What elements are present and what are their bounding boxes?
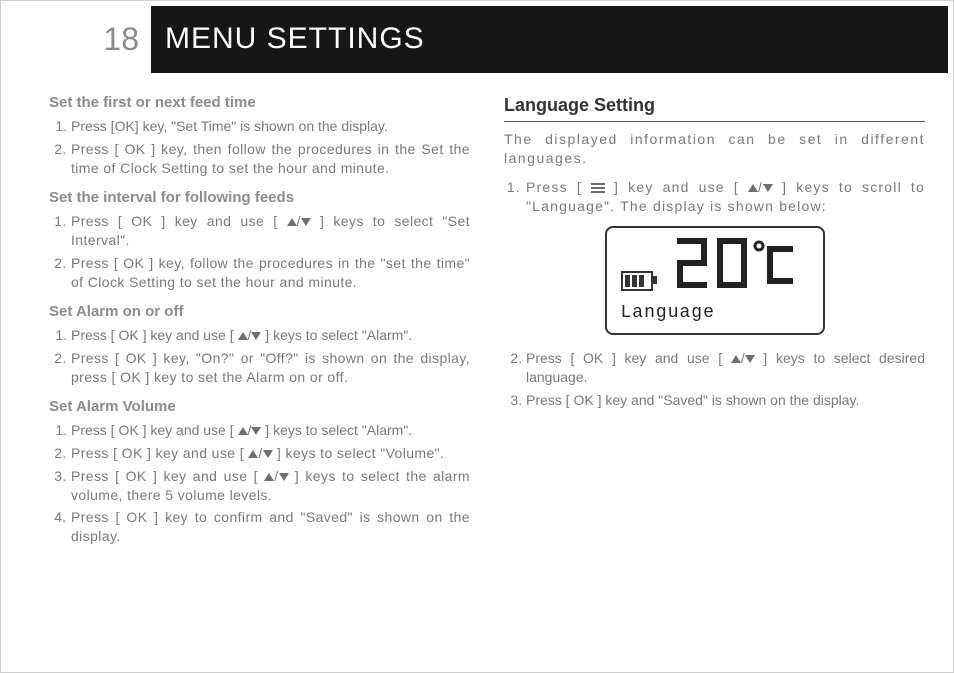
page-title: MENU SETTINGS — [151, 19, 425, 60]
step-text: ] key and use [ — [605, 179, 748, 195]
left-column: Set the first or next feed time Press [O… — [49, 93, 470, 652]
lcd-label: Language — [621, 301, 809, 325]
step: Press [ OK ] key and use [ / ] keys to s… — [71, 467, 470, 505]
step: Press [ OK ] key and "Saved" is shown on… — [526, 391, 925, 410]
step-list: Press [ OK ] key and use [ / ] keys to s… — [49, 212, 470, 292]
step-list: Press [ OK ] key and use [ / ] keys to s… — [49, 326, 470, 387]
up-down-icon: / — [731, 350, 755, 366]
step-list: Press [ ] key and use [ / ] keys to scro… — [504, 178, 925, 216]
section-title: Language Setting — [504, 93, 925, 122]
step: Press [ OK ] key, then follow the proced… — [71, 140, 470, 178]
step-text: Press [ OK ] key and use [ — [71, 468, 264, 484]
step: Press [OK] key, "Set Time" is shown on t… — [71, 117, 470, 136]
intro-text: The displayed information can be set in … — [504, 130, 925, 168]
content-columns: Set the first or next feed time Press [O… — [49, 93, 925, 652]
step-text: ] keys to select "Volume". — [273, 445, 445, 461]
step-list: Press [ OK ] key and use [ / ] keys to s… — [504, 349, 925, 410]
up-down-icon: / — [248, 445, 272, 461]
step-text: ] keys to select "Alarm". — [261, 327, 412, 343]
step: Press [ ] key and use [ / ] keys to scro… — [526, 178, 925, 216]
menu-icon — [591, 183, 605, 193]
step: Press [ OK ] key and use [ / ] keys to s… — [71, 212, 470, 250]
page-number: 18 — [1, 6, 151, 73]
up-down-icon: / — [748, 179, 773, 195]
step-text: Press [ — [526, 179, 591, 195]
step-list: Press [ OK ] key and use [ / ] keys to s… — [49, 421, 470, 546]
right-column: Language Setting The displayed informati… — [504, 93, 925, 652]
step-text: Press [ OK ] key and use [ — [526, 350, 731, 366]
step: Press [ OK ] key to confirm and "Saved" … — [71, 508, 470, 546]
up-down-icon: / — [238, 327, 262, 343]
section-heading: Set the interval for following feeds — [49, 188, 470, 208]
step-text: Press [ OK ] key and use [ — [71, 422, 238, 438]
section-heading: Set the first or next feed time — [49, 93, 470, 113]
lcd-display: Language — [605, 226, 825, 335]
manual-page: 18 MENU SETTINGS Set the first or next f… — [0, 0, 954, 673]
step: Press [ OK ] key and use [ / ] keys to s… — [71, 421, 470, 440]
battery-icon — [621, 271, 653, 291]
step: Press [ OK ] key and use [ / ] keys to s… — [71, 326, 470, 345]
step: Press [ OK ] key and use [ / ] keys to s… — [526, 349, 925, 387]
up-down-icon: / — [287, 213, 311, 229]
up-down-icon: / — [238, 422, 262, 438]
up-down-icon: / — [264, 468, 288, 484]
section-heading: Set Alarm Volume — [49, 397, 470, 417]
step: Press [ OK ] key, "On?" or "Off?" is sho… — [71, 349, 470, 387]
step: Press [ OK ] key, follow the procedures … — [71, 254, 470, 292]
section-heading: Set Alarm on or off — [49, 302, 470, 322]
step-text: ] keys to select "Alarm". — [261, 422, 412, 438]
step-text: Press [ OK ] key and use [ — [71, 445, 248, 461]
header-bar: MENU SETTINGS — [151, 6, 948, 73]
lcd-temperature — [663, 238, 809, 297]
step-text: Press [ OK ] key and use [ — [71, 213, 287, 229]
step: Press [ OK ] key and use [ / ] keys to s… — [71, 444, 470, 463]
step-list: Press [OK] key, "Set Time" is shown on t… — [49, 117, 470, 178]
step-text: Press [ OK ] key and use [ — [71, 327, 238, 343]
